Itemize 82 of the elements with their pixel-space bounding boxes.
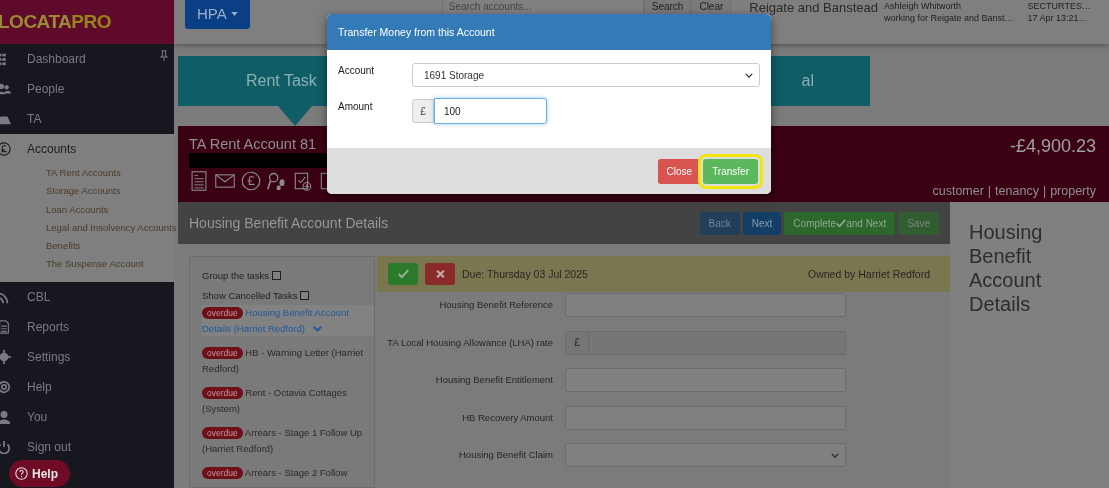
banner-title: al — [801, 72, 814, 90]
people-icon — [0, 82, 11, 96]
question-icon — [15, 467, 28, 480]
input-field[interactable] — [565, 293, 846, 317]
account-title: TA Rent Account 81 — [189, 136, 318, 152]
action-button[interactable]: Next — [742, 211, 782, 235]
check-icon — [397, 269, 409, 279]
account-balance: -£4,900.23 — [1009, 136, 1096, 157]
dialog-title: Transfer Money from this Account — [338, 26, 495, 38]
select-field[interactable] — [565, 443, 846, 467]
chevron-icon — [312, 325, 322, 332]
nav-item[interactable]: CBL — [0, 281, 174, 312]
nav-subitem[interactable]: Loan Accounts — [46, 200, 174, 219]
chevron-icon — [831, 452, 839, 458]
pound-icon — [0, 142, 11, 156]
nav-item[interactable]: Sign out — [0, 431, 174, 462]
nav-item[interactable]: Dashboard — [0, 44, 174, 74]
caret-icon — [230, 11, 238, 16]
nav-item[interactable]: Accounts — [0, 134, 174, 164]
link-separator: | — [1042, 184, 1047, 198]
organisation-name: Reigate and Banstead — [749, 0, 878, 15]
user-info: Ashleigh Whitworth — [884, 0, 963, 12]
document-icon — [0, 319, 11, 334]
nav-subitem[interactable]: TA Rent Accounts — [46, 164, 174, 183]
field-label: HB Recovery Amount — [461, 411, 553, 423]
close-icon — [434, 269, 446, 279]
task-item[interactable]: overdue Arrears - Stage 1 Follow Up (Harriet Redford) — [202, 425, 374, 456]
pin-icon[interactable] — [160, 50, 168, 61]
session-info: 17 Apr 13:21… — [1027, 12, 1089, 24]
account-select[interactable]: 1691 Storage — [412, 63, 760, 87]
due-date: Due: Thursday 03 Jul 2025 — [462, 268, 588, 280]
field-label: Housing Benefit Reference — [438, 299, 553, 310]
logo: LOCATAPRO — [0, 0, 174, 44]
lifebuoy-icon — [0, 379, 11, 394]
currency-addon: £ — [412, 99, 434, 123]
cancel-button[interactable] — [425, 263, 455, 285]
nav-item[interactable]: People — [0, 74, 174, 104]
task-owner: Owned by Harriet Redford — [808, 268, 930, 280]
chevron-icon — [745, 72, 753, 78]
organisation-dropdown[interactable]: HPA — [185, 0, 250, 29]
nav-subitem[interactable]: Benefits — [46, 237, 174, 256]
task-item[interactable]: overdue Housing Benefit Account Details (Harriet Redford) — [202, 305, 374, 336]
side-heading: Housing Benefit Account Details — [969, 220, 1044, 316]
banner-title: Rent Task — [246, 72, 317, 90]
nav-subitem[interactable]: Legal and Insolvency Accounts — [46, 218, 174, 238]
pound-icon[interactable] — [241, 171, 261, 191]
checkbox-option[interactable]: Show Cancelled Tasks — [202, 285, 310, 305]
help-button[interactable]: Help — [9, 460, 70, 487]
field-label: Housing Benefit Claim — [458, 449, 553, 460]
nav-subitem[interactable]: Storage Accounts — [46, 182, 174, 201]
task-item[interactable]: overdue HB - Warning Letter (Harriet Redford) — [202, 345, 374, 376]
section-title: Housing Benefit Account Details — [189, 215, 389, 231]
currency-field[interactable]: £ — [565, 330, 846, 355]
nav-item[interactable]: You — [0, 401, 174, 432]
statement-icon[interactable] — [189, 171, 209, 191]
field-label: Housing Benefit Entitlement — [434, 374, 553, 385]
nav-item[interactable]: Help — [0, 371, 174, 402]
field-label: Account — [338, 65, 376, 76]
nav-item[interactable]: Settings — [0, 341, 174, 372]
nav-link[interactable]: property — [1050, 184, 1096, 198]
action-button[interactable]: Complete and Next — [784, 211, 896, 235]
person-icon — [0, 409, 11, 424]
nav-link[interactable]: customer — [932, 184, 984, 198]
nav-item[interactable]: TA — [0, 104, 174, 134]
complete-button[interactable] — [388, 263, 418, 285]
check-icon — [836, 218, 847, 228]
envelope-icon[interactable] — [215, 171, 235, 191]
footprints-icon[interactable] — [267, 171, 287, 191]
field-label: Amount — [338, 101, 374, 112]
session-info: SECTURTES… — [1027, 0, 1091, 12]
checkbox-option[interactable]: Group the tasks — [202, 265, 282, 285]
task-item[interactable]: overdue Arrears - Stage 2 Follow — [202, 465, 374, 481]
amount-field[interactable]: 100 — [434, 98, 547, 124]
link-separator: | — [987, 184, 992, 198]
task-item[interactable]: overdue Rent - Octavia Cottages (System) — [202, 385, 374, 416]
nav-subitem[interactable]: The Suspense Account — [46, 255, 174, 274]
nav-item[interactable]: Reports — [0, 311, 174, 342]
field-label: TA Local Housing Allowance (LHA) rate — [386, 336, 553, 348]
user-info: working for Reigate and Banst… — [884, 12, 1014, 24]
power-icon — [0, 439, 11, 454]
nav-link[interactable]: tenancy — [995, 184, 1039, 198]
clipboard-add-icon[interactable] — [293, 171, 313, 191]
